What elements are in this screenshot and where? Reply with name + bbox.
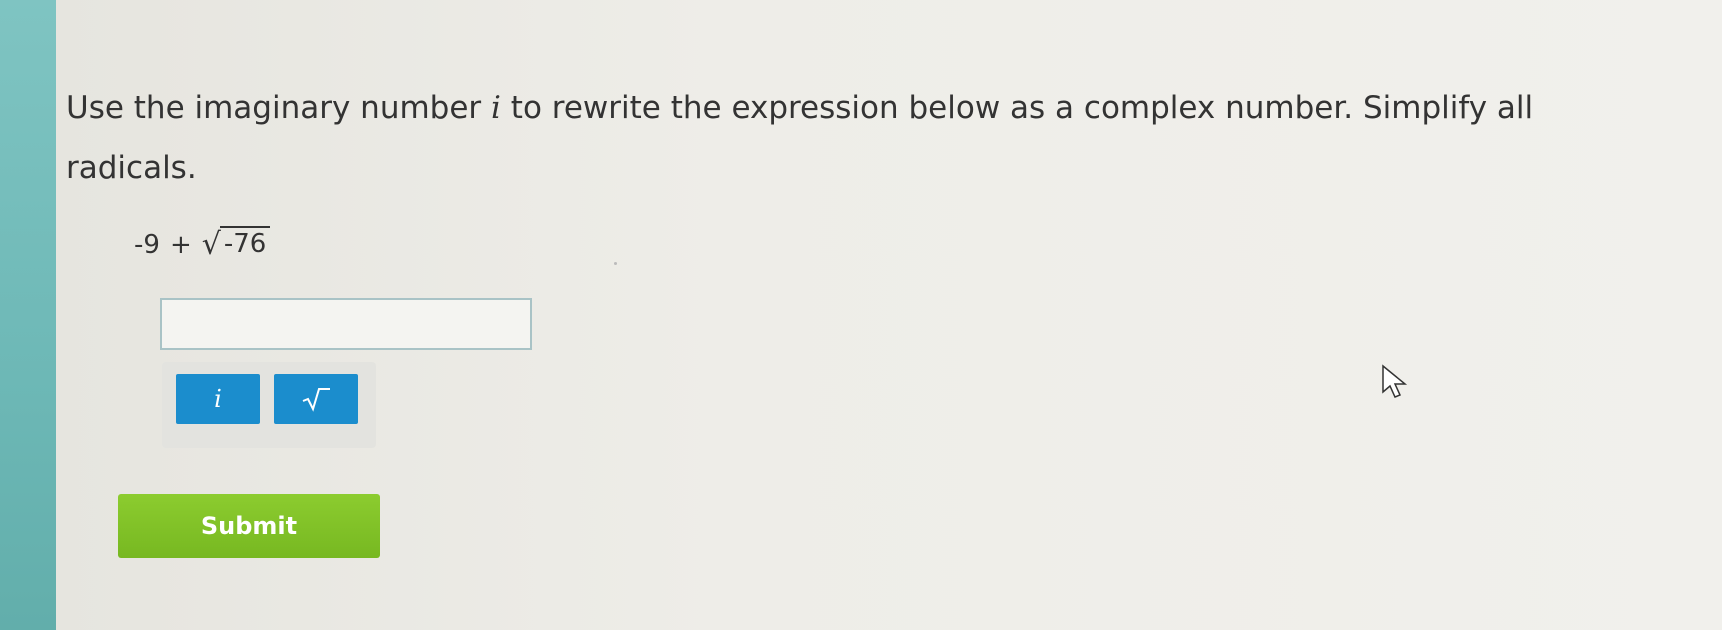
imaginary-symbol: i <box>491 90 501 126</box>
question-text-before: Use the imaginary number <box>66 90 492 126</box>
square-root-icon <box>302 388 330 412</box>
submit-button[interactable]: Submit <box>118 494 380 558</box>
math-keypad: i <box>162 362 376 448</box>
radical-sign-icon: √ <box>201 227 221 262</box>
expression-constant: -9 <box>134 230 160 260</box>
imaginary-i-label: i <box>214 385 222 413</box>
square-root-button[interactable] <box>274 374 358 424</box>
mouse-cursor-icon <box>1382 364 1408 398</box>
imaginary-i-button[interactable]: i <box>176 374 260 424</box>
square-root-expression: √ -76 <box>202 226 271 260</box>
math-expression: -9 + √ -76 <box>134 226 271 260</box>
sidebar-strip <box>0 0 56 630</box>
question-text: Use the imaginary number i to rewrite th… <box>66 78 1666 198</box>
expression-operator: + <box>169 230 192 260</box>
radicand: -76 <box>219 226 271 260</box>
answer-input[interactable] <box>160 298 532 350</box>
screen-speck <box>614 262 617 265</box>
